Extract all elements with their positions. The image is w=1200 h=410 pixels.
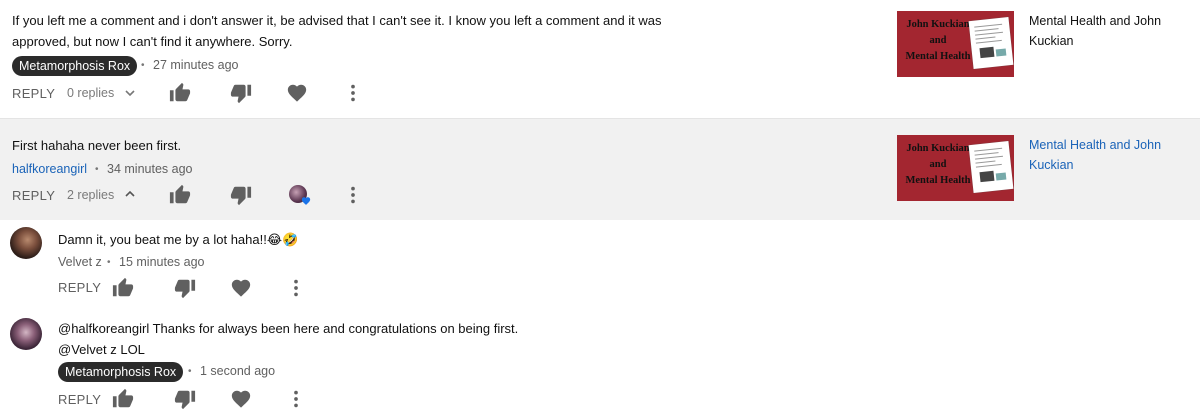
chevron-down-icon[interactable] <box>123 86 137 100</box>
more-vert-icon[interactable] <box>342 184 364 206</box>
more-vert-icon[interactable] <box>285 388 307 410</box>
heart-icon <box>301 197 311 205</box>
reply-text-line-2: @Velvet z LOL <box>58 342 145 357</box>
reply-author-chip[interactable]: Metamorphosis Rox <box>58 362 184 382</box>
avatar[interactable] <box>10 318 42 350</box>
chevron-up-icon[interactable] <box>123 187 137 201</box>
reply-button[interactable]: REPLY <box>12 86 55 101</box>
video-title-link[interactable]: Mental Health and John Kuckian <box>1029 135 1179 175</box>
comment-author-chip[interactable]: Metamorphosis Rox <box>12 56 138 76</box>
thumb-down-icon[interactable] <box>174 277 196 299</box>
replies-count[interactable]: 0 replies <box>67 86 114 100</box>
separator-dot: • <box>107 257 111 268</box>
comment-1: If you left me a comment and i don't ans… <box>0 0 1200 118</box>
comment-timestamp[interactable]: 27 minutes ago <box>153 58 238 72</box>
thumb-down-icon[interactable] <box>230 82 252 104</box>
thumb-up-icon[interactable] <box>169 184 191 206</box>
video-thumbnail[interactable]: John Kuckian and Mental Health <box>897 135 1014 201</box>
reply-author[interactable]: Velvet z <box>58 255 102 269</box>
separator-dot: • <box>188 366 192 377</box>
thumbnail-text: John Kuckian and Mental Health <box>905 19 971 62</box>
reply-button[interactable]: REPLY <box>58 392 101 407</box>
thumbnail-document-image <box>968 17 1014 69</box>
avatar[interactable] <box>10 227 42 259</box>
comment-timestamp[interactable]: 34 minutes ago <box>107 162 192 176</box>
reply-timestamp[interactable]: 1 second ago <box>200 364 275 378</box>
thumbnail-text: John Kuckian and Mental Health <box>905 143 971 186</box>
heart-icon[interactable] <box>230 388 252 410</box>
comment-text: First hahaha never been first. <box>12 138 182 153</box>
thumb-up-icon[interactable] <box>169 82 191 104</box>
video-thumbnail[interactable]: John Kuckian and Mental Health <box>897 11 1014 77</box>
more-vert-icon[interactable] <box>285 277 307 299</box>
video-title[interactable]: Mental Health and John Kuckian <box>1029 11 1179 51</box>
heart-icon[interactable] <box>230 277 252 299</box>
replies-count[interactable]: 2 replies <box>67 188 114 202</box>
comment-text-line-1: If you left me a comment and i don't ans… <box>12 13 662 28</box>
thumbnail-document-image <box>968 141 1014 193</box>
thumb-down-icon[interactable] <box>174 388 196 410</box>
comment-text-line-2: approved, but now I can't find it anywhe… <box>12 34 293 49</box>
separator-dot: • <box>95 164 99 175</box>
reply-text-line-1: @halfkoreangirl Thanks for always been h… <box>58 321 519 336</box>
more-vert-icon[interactable] <box>342 82 364 104</box>
creator-heart-badge[interactable] <box>289 185 313 209</box>
comment-2: First hahaha never been first. halfkorea… <box>0 118 1200 220</box>
thumb-down-icon[interactable] <box>230 184 252 206</box>
separator-dot: • <box>141 60 145 71</box>
reply-timestamp[interactable]: 15 minutes ago <box>119 255 204 269</box>
reply-text: Damn it, you beat me by a lot haha!!😂🤣 <box>58 232 299 247</box>
thumb-up-icon[interactable] <box>112 388 134 410</box>
thumb-up-icon[interactable] <box>112 277 134 299</box>
heart-icon[interactable] <box>286 82 308 104</box>
comment-author-link[interactable]: halfkoreangirl <box>12 162 87 176</box>
reply-button[interactable]: REPLY <box>12 188 55 203</box>
reply-button[interactable]: REPLY <box>58 280 101 295</box>
